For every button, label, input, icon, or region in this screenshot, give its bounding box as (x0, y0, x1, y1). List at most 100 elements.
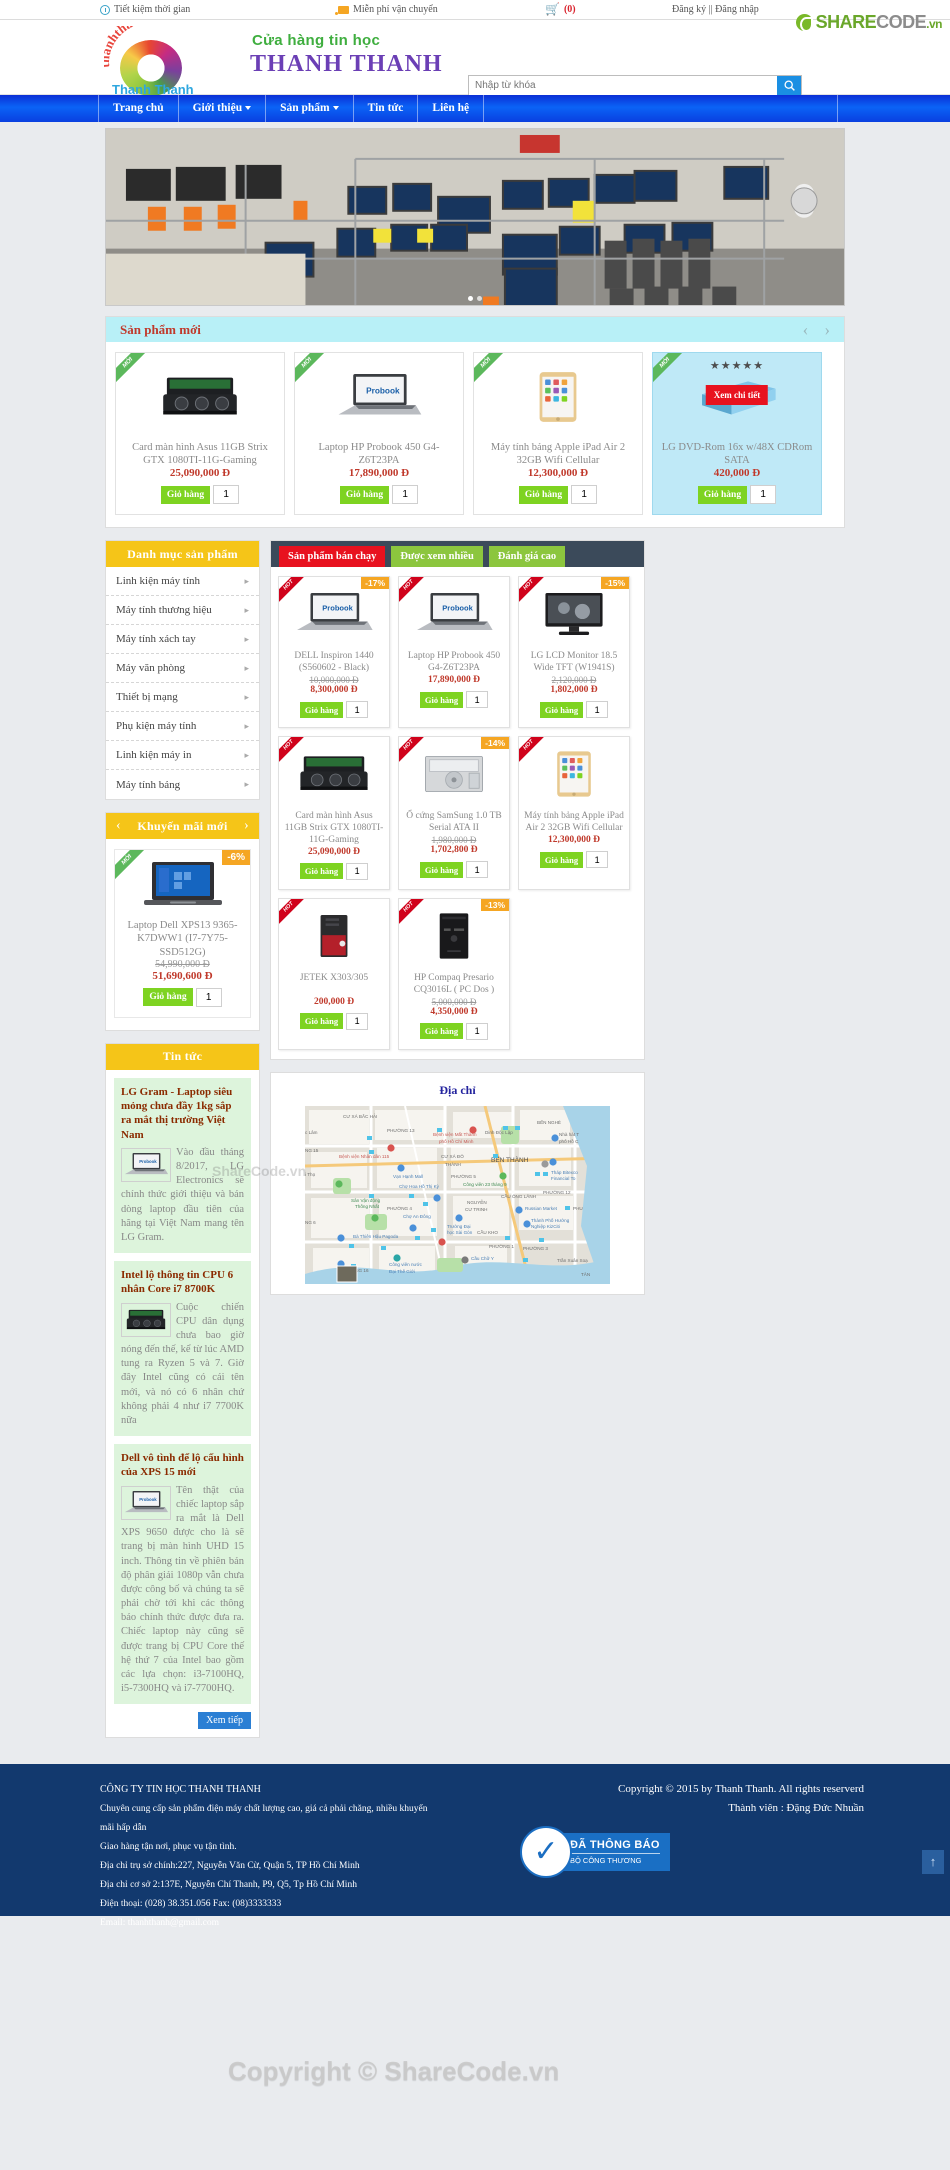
quantity-input[interactable] (213, 485, 240, 505)
cart-widget[interactable]: 🛒 (0) (545, 2, 576, 17)
promo-card[interactable]: MỚI -6% Laptop Dell XPS13 9365-K7DWW1 (I… (106, 839, 259, 1029)
quantity-input[interactable] (466, 861, 489, 879)
product-price: 420,000 Đ (713, 467, 761, 480)
product-tabs-bar: Sản phẩm bán chạy Được xem nhiều Đánh giá … (271, 541, 644, 568)
add-to-cart-button[interactable]: Giỏ hàng (419, 691, 464, 708)
add-to-cart-button[interactable]: Giỏ hàng (299, 701, 344, 718)
tab-1[interactable]: Sản phẩm bán chạy (279, 546, 386, 568)
quantity-input[interactable] (750, 485, 777, 505)
add-to-cart-button[interactable]: Giỏ hàng (419, 861, 464, 878)
news-item[interactable]: Dell vô tình để lộ cấu hình của XPS 15 m… (114, 1444, 251, 1705)
product-price: 25,090,000 Đ (308, 846, 360, 857)
product-card[interactable]: HOT Card màn hình Asus 11GB Strix GTX 108… (278, 736, 390, 890)
product-card[interactable]: HOT -17% Probook DELL Inspiron 1440 (S56060… (278, 576, 390, 729)
add-to-cart-button[interactable]: Giỏ hàng (299, 863, 344, 880)
new-products-prev-arrow[interactable]: ‹ (803, 320, 809, 340)
add-to-cart-button[interactable]: Giỏ hàng (539, 701, 584, 718)
product-card[interactable]: HOT -15% LG LCD Monitor 18.5 Wide TFT (W19… (518, 576, 630, 729)
sharecode-share: SHARE (815, 12, 877, 32)
search-box[interactable] (468, 75, 802, 96)
address-map[interactable]: CƯ XÁ BẮC HẢI PHƯỜNG 13 BẾN NGHÉ Bệnh viện… (305, 1105, 610, 1284)
new-product-card[interactable]: MỚI ★★★★★ Xem chi tiết LG DVD-Rom 16x w/48X… (652, 352, 822, 516)
news-thumbnail (121, 1302, 171, 1337)
product-card[interactable]: HOT -14% Ổ cứng SamSung 1.0 TB Serial ATA … (398, 736, 510, 890)
search-input[interactable] (469, 76, 777, 95)
category-item-5[interactable]: Thiết bị mạng ▸ (106, 683, 259, 713)
add-to-cart-button[interactable]: Giỏ hàng (299, 1013, 344, 1030)
svg-text:NG 15: NG 15 (305, 1148, 319, 1153)
add-to-cart-button[interactable]: Giỏ hàng (697, 485, 748, 504)
moit-notified-badge[interactable]: ✓ ĐÃ THÔNG BÁO BỘ CÔNG THƯƠNG (520, 1826, 670, 1879)
category-item-2[interactable]: Máy tính thương hiệu ▸ (106, 596, 259, 626)
new-products-header: Sản phẩm mới ‹ › (106, 317, 844, 342)
product-price: 1,802,000 Đ (550, 685, 598, 696)
product-image (403, 905, 505, 967)
add-to-cart-button[interactable]: Giỏ hàng (419, 1023, 464, 1040)
tab-2[interactable]: Được xem nhiều (391, 546, 483, 568)
tab-3[interactable]: Đánh giá cao (488, 546, 566, 568)
add-to-cart-button[interactable]: Giỏ hàng (539, 851, 584, 868)
quantity-input[interactable] (346, 862, 369, 880)
footer-member: Thành viên : Đặng Đức Nhuần (728, 1802, 864, 1815)
quantity-input[interactable] (466, 1022, 489, 1040)
nav-item-5[interactable]: Liên hệ (418, 95, 485, 122)
nav-item-3[interactable]: Sản phẩm (266, 95, 354, 122)
quantity-input[interactable] (346, 1012, 369, 1030)
category-label: Máy tính bảng (116, 778, 181, 791)
site-logo[interactable]: thanhthanh.vn Thanh Thanh (98, 24, 213, 97)
go-to-top-button[interactable]: ↑ (922, 1850, 944, 1875)
product-image (523, 743, 625, 805)
add-to-cart-button[interactable]: Giỏ hàng (160, 485, 211, 504)
category-item-6[interactable]: Phụ kiện máy tính ▸ (106, 712, 259, 742)
new-product-card[interactable]: MỚI Máy tính bảng Apple iPad Air 2 32GB W… (473, 352, 643, 516)
view-detail-button[interactable]: Xem chi tiết (705, 385, 769, 406)
quantity-input[interactable] (571, 485, 598, 505)
quantity-input[interactable] (466, 691, 489, 709)
nav-item-2[interactable]: Giới thiệu (179, 95, 267, 122)
product-card[interactable]: HOT -13% HP Compaq Presario CQ3016L ( PC D… (398, 897, 510, 1050)
quantity-input[interactable] (392, 485, 419, 505)
svg-text:CƯ XÁ BẮC HẢI: CƯ XÁ BẮC HẢI (343, 1112, 377, 1119)
svg-text:CẦU ÔNG LÃNH: CẦU ÔNG LÃNH (501, 1193, 536, 1199)
svg-text:Bệnh viện Nhân dân 115: Bệnh viện Nhân dân 115 (339, 1154, 390, 1159)
category-item-7[interactable]: Linh kiện máy in ▸ (106, 741, 259, 771)
svg-text:Bà Thiên Hậu Pagoda: Bà Thiên Hậu Pagoda (353, 1234, 399, 1239)
category-item-4[interactable]: Máy văn phòng ▸ (106, 654, 259, 684)
account-links[interactable]: Đăng ký || Đăng nhập (672, 4, 759, 15)
search-button[interactable] (777, 76, 801, 95)
topbar-shipping: Miễn phí vận chuyển (335, 4, 438, 15)
new-products-next-arrow[interactable]: › (824, 320, 830, 340)
hero-banner[interactable] (105, 128, 845, 306)
product-price: 8,300,000 Đ (310, 685, 358, 696)
gpu-icon (300, 756, 368, 791)
ipad-icon (539, 372, 577, 422)
product-image: Probook (403, 583, 505, 645)
promo-add-to-cart-button[interactable]: Giỏ hàng (143, 988, 193, 1007)
category-item-1[interactable]: Linh kiện máy tính ▸ (106, 567, 259, 597)
news-item[interactable]: LG Gram - Laptop siêu mỏng chưa đầy 1kg … (114, 1077, 251, 1254)
quantity-input[interactable] (586, 851, 609, 869)
category-item-3[interactable]: Máy tính xách tay ▸ (106, 625, 259, 655)
add-to-cart-button[interactable]: Giỏ hàng (518, 485, 569, 504)
quantity-input[interactable] (346, 701, 369, 719)
promo-quantity-input[interactable] (195, 987, 222, 1007)
sharecode-leaf-icon (795, 14, 813, 32)
news-item[interactable]: Intel lộ thông tin CPU 6 nhân Core i7 87… (114, 1261, 251, 1437)
add-to-cart-button[interactable]: Giỏ hàng (339, 485, 390, 504)
news-more-button[interactable]: Xem tiếp (198, 1712, 251, 1730)
promo-next-arrow[interactable]: › (244, 818, 249, 834)
hero-dots[interactable] (468, 296, 482, 301)
product-card[interactable]: HOT Probook Laptop HP Probook 450 G4-Z6T23… (398, 576, 510, 729)
product-card[interactable]: HOT JETEK X303/305 200,000 Đ Giỏ hàng (278, 897, 390, 1050)
new-product-card[interactable]: MỚI Probook Laptop HP Probook 450 G4-Z6T23… (294, 352, 464, 516)
svg-text:Cầu Chữ Y: Cầu Chữ Y (471, 1256, 494, 1261)
new-product-card[interactable]: MỚI Card màn hình Asus 11GB Strix GTX 108… (115, 352, 285, 516)
quantity-input[interactable] (586, 701, 609, 719)
nav-item-4[interactable]: Tin tức (354, 95, 419, 122)
nav-item-1[interactable]: Trang chủ (99, 95, 179, 122)
category-item-8[interactable]: Máy tính bảng ▸ (106, 770, 259, 799)
product-card[interactable]: HOT Máy tính bảng Apple iPad Air 2 32GB W… (518, 736, 630, 890)
product-name: Máy tính bảng Apple iPad Air 2 32GB Wifi… (524, 811, 624, 834)
laptop-icon: Probook (297, 593, 373, 631)
promo-prev-arrow[interactable]: ‹ (116, 818, 121, 834)
